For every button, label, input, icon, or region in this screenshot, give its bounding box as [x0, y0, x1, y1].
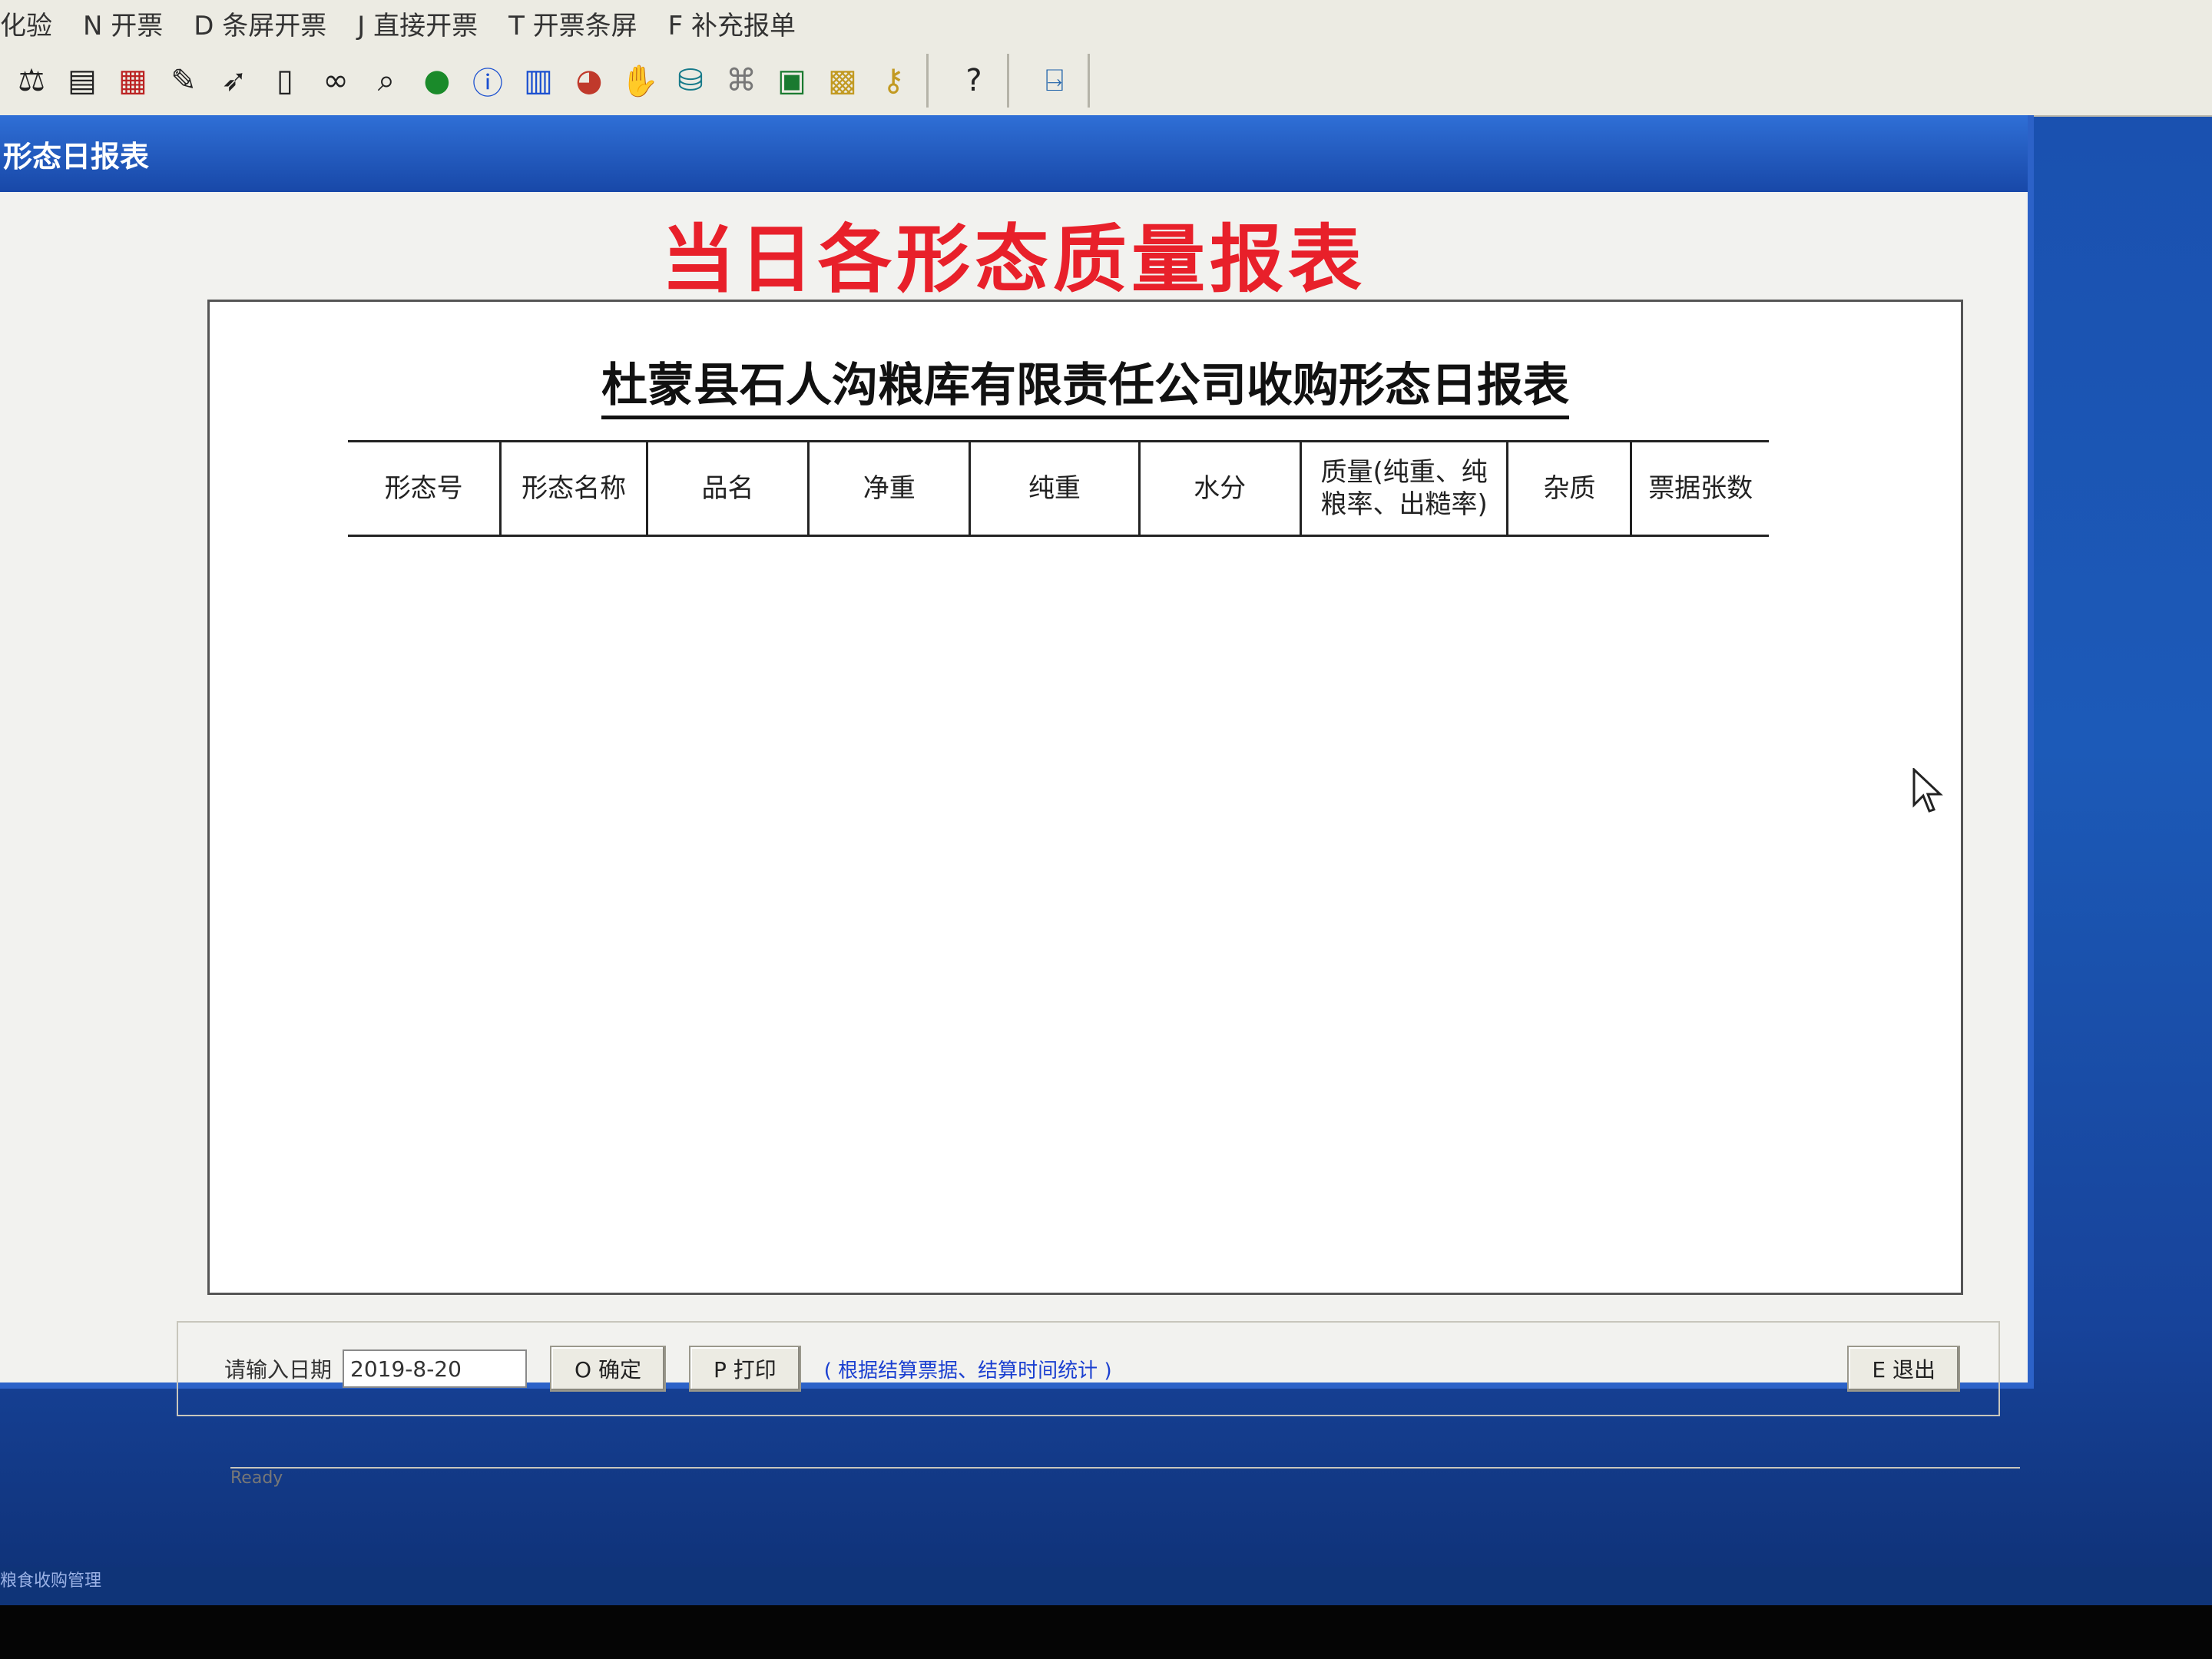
binoculars-icon[interactable]: ∞ — [316, 61, 355, 100]
menu-item-direct-invoice[interactable]: J 直接开票 — [357, 5, 478, 42]
report-window: 形态日报表 当日各形态质量报表 杜蒙县石人沟粮库有限责任公司收购形态日报表 形态… — [0, 115, 2034, 1488]
calculator-icon[interactable]: ▣ — [773, 61, 811, 100]
column-header-row: 形态号 形态名称 品名 净重 纯重 水分 质量(纯重、纯粮率、出糙率) 杂质 票… — [348, 440, 1769, 537]
magnifier-icon[interactable]: ⌕ — [367, 61, 406, 100]
info-icon[interactable]: ⓘ — [469, 61, 507, 101]
status-bar: Ready — [230, 1467, 2020, 1499]
company-title-text: 杜蒙县石人沟粮库有限责任公司收购形态日报表 — [601, 359, 1569, 419]
col-header-form-no: 形态号 — [348, 442, 502, 535]
col-header-ticket-count: 票据张数 — [1648, 473, 1753, 504]
pen-icon[interactable]: ✎ — [164, 61, 203, 100]
database-icon[interactable]: ⛁ — [671, 61, 710, 100]
exit-button[interactable]: E 退出 — [1847, 1346, 1960, 1392]
exit-door-icon[interactable]: ⍈ — [1035, 61, 1074, 100]
pointer-icon[interactable]: ➶ — [215, 61, 253, 100]
help-icon[interactable]: ? — [955, 61, 993, 100]
window-titlebar[interactable]: 形态日报表 — [0, 115, 2028, 192]
document-icon[interactable]: ▤ — [63, 61, 101, 100]
report-area: 杜蒙县石人沟粮库有限责任公司收购形态日报表 形态号 形态名称 品名 净重 纯重 … — [207, 300, 1963, 1295]
menu-item-inspection[interactable]: 化验 — [0, 5, 52, 42]
bar-chart-icon[interactable]: ▥ — [519, 61, 558, 100]
network-icon[interactable]: ⌘ — [722, 61, 760, 100]
window-title: 形态日报表 — [3, 139, 150, 174]
col-header-product: 品名 — [648, 442, 810, 535]
col-header-net-weight: 净重 — [810, 442, 972, 535]
scale-icon[interactable]: ⚖ — [12, 61, 51, 100]
grid-icon[interactable]: ▦ — [114, 61, 152, 100]
key-icon[interactable]: ⚷ — [874, 61, 912, 100]
col-header-quality: 质量(纯重、纯粮率、出糙率) — [1302, 442, 1509, 535]
controls-panel: 请输入日期 O 确定 P 打印 ( 根据结算票据、结算时间统计 ) E 退出 — [177, 1321, 2000, 1416]
menu-item-invoice-screen[interactable]: T 开票条屏 — [508, 5, 637, 42]
book-icon[interactable]: ▯ — [266, 61, 304, 100]
col-header-form-name: 形态名称 — [502, 442, 648, 535]
date-label: 请输入日期 — [224, 1357, 333, 1382]
taskbar — [0, 1567, 2212, 1605]
company-title: 杜蒙县石人沟粮库有限责任公司收购形态日报表 — [210, 348, 1961, 419]
col-header-impurity: 杂质 — [1508, 442, 1633, 535]
taskbar-label: 粮食收购管理 — [0, 1571, 102, 1591]
menu-bar: 化验 N 开票 D 条屏开票 J 直接开票 T 开票条屏 F 补充报单 — [0, 0, 2212, 47]
date-input[interactable] — [343, 1349, 528, 1388]
mouse-cursor-icon — [1912, 768, 1943, 813]
menu-item-supplement[interactable]: F 补充报单 — [668, 5, 796, 42]
toolbar-separator — [926, 54, 929, 108]
pie-icon[interactable]: ◕ — [570, 61, 608, 100]
col-header-pure-weight: 纯重 — [971, 442, 1141, 535]
col-header-moisture: 水分 — [1141, 442, 1302, 535]
toolbar-separator — [1088, 54, 1090, 108]
report-heading: 当日各形态质量报表 — [661, 216, 1366, 303]
monitor-bezel — [0, 1605, 2212, 1659]
help-book-icon[interactable]: ▩ — [823, 61, 862, 100]
print-button[interactable]: P 打印 — [688, 1346, 801, 1392]
toolbar-separator — [1007, 54, 1009, 108]
green-check-icon[interactable]: ● — [418, 61, 456, 100]
confirm-button[interactable]: O 确定 — [550, 1346, 666, 1392]
toolbar: ⚖ ▤ ▦ ✎ ➶ ▯ ∞ ⌕ ● ⓘ ▥ ◕ ✋ ⛁ ⌘ ▣ ▩ ⚷ ? ⍈ — [0, 46, 2212, 117]
hands-icon[interactable]: ✋ — [621, 61, 659, 100]
menu-item-screen-invoice[interactable]: D 条屏开票 — [194, 5, 326, 42]
statistics-hint: ( 根据结算票据、结算时间统计 ) — [823, 1359, 1112, 1382]
menu-item-invoice[interactable]: N 开票 — [83, 5, 163, 42]
